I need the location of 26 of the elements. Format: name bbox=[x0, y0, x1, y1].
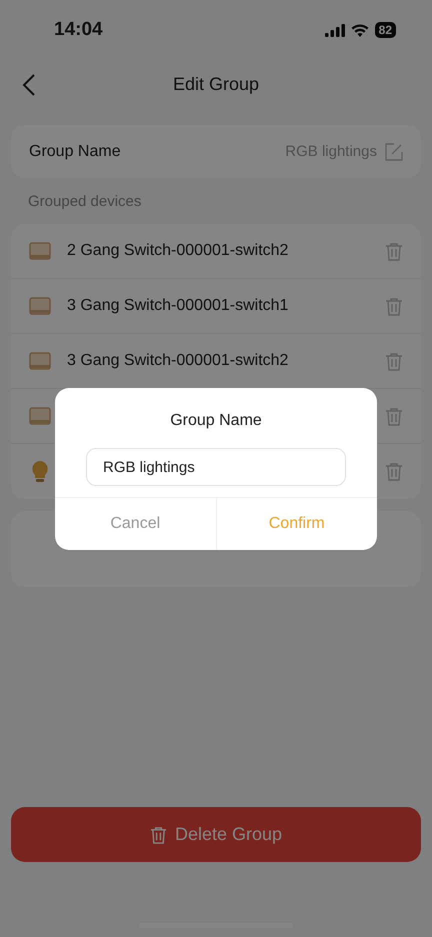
trash-icon bbox=[150, 826, 167, 844]
trash-icon[interactable] bbox=[385, 406, 403, 426]
wifi-icon bbox=[350, 24, 369, 36]
name-input[interactable]: RGB lightings bbox=[86, 448, 346, 486]
row-label: Group Name bbox=[29, 142, 121, 160]
edit-icon[interactable] bbox=[385, 142, 403, 160]
switch-icon bbox=[29, 297, 51, 315]
switch-icon bbox=[29, 242, 51, 260]
device-name[interactable]: 2 Gang Switch-000001-switch2 bbox=[67, 242, 369, 260]
status-time: 14:04 bbox=[54, 19, 103, 41]
dialog-title: Group Name bbox=[170, 412, 262, 430]
delete-group-button[interactable]: Delete Group bbox=[11, 807, 421, 862]
section-label: Grouped devices bbox=[27, 192, 142, 212]
device-name[interactable]: 3 Gang Switch-000001-switch1 bbox=[67, 297, 369, 315]
page-title: Edit Group bbox=[172, 74, 260, 94]
switch-icon bbox=[29, 407, 51, 425]
signal-icon bbox=[324, 24, 345, 36]
cancel-button[interactable]: Cancel bbox=[55, 498, 216, 550]
trash-icon[interactable] bbox=[385, 296, 403, 316]
device-name[interactable]: 3 Gang Switch-000001-switch2 bbox=[67, 352, 369, 370]
back-icon[interactable] bbox=[22, 74, 36, 96]
trash-icon[interactable] bbox=[385, 462, 403, 481]
battery-level: 82 bbox=[374, 22, 396, 38]
trash-icon[interactable] bbox=[385, 242, 403, 260]
trash-icon[interactable] bbox=[385, 352, 403, 370]
switch-icon bbox=[29, 352, 51, 370]
